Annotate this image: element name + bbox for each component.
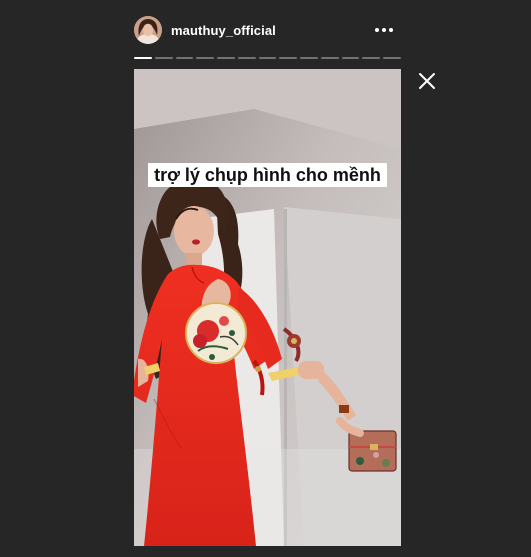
story-media[interactable]: trợ lý chụp hình cho mềnh (134, 69, 401, 546)
avatar[interactable] (134, 16, 162, 44)
progress-segment (300, 57, 318, 59)
avatar-image (134, 16, 162, 44)
username[interactable]: mauthuy_official (171, 23, 276, 38)
progress-segment (279, 57, 298, 59)
story-photo (134, 69, 401, 546)
progress-segment (217, 57, 235, 59)
progress-segment (320, 57, 339, 59)
story-header: mauthuy_official (134, 14, 402, 46)
progress-segment (134, 57, 152, 59)
close-button[interactable] (416, 70, 438, 92)
progress-segment (175, 57, 194, 59)
progress-segment (196, 57, 215, 59)
story-progress (134, 57, 401, 59)
story-viewer: mauthuy_official trợ lý chụp hình cho mề… (0, 0, 531, 557)
progress-segment (154, 57, 173, 59)
progress-segment (341, 57, 360, 59)
progress-segment (362, 57, 381, 59)
progress-segment (237, 57, 256, 59)
close-icon (419, 73, 435, 89)
progress-segment (383, 57, 401, 59)
more-options-button[interactable] (372, 20, 396, 40)
progress-segment (258, 57, 277, 59)
more-horizontal-icon (375, 28, 393, 32)
